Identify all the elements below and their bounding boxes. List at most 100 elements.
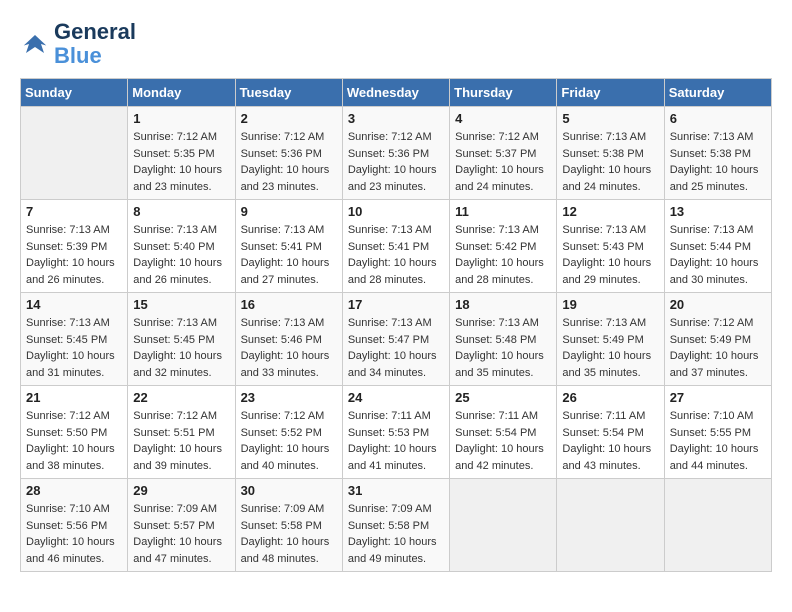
day-info: Sunrise: 7:13 AMSunset: 5:46 PMDaylight:… (241, 315, 337, 381)
calendar-cell: 21 Sunrise: 7:12 AMSunset: 5:50 PMDayligh… (21, 386, 128, 479)
day-info: Sunrise: 7:12 AMSunset: 5:49 PMDaylight:… (670, 315, 766, 381)
logo: General Blue (20, 20, 136, 68)
calendar-week-1: 1 Sunrise: 7:12 AMSunset: 5:35 PMDaylight… (21, 107, 772, 200)
calendar-cell: 31 Sunrise: 7:09 AMSunset: 5:58 PMDayligh… (342, 479, 449, 572)
calendar-cell: 29 Sunrise: 7:09 AMSunset: 5:57 PMDayligh… (128, 479, 235, 572)
calendar-cell: 4 Sunrise: 7:12 AMSunset: 5:37 PMDaylight… (450, 107, 557, 200)
day-number: 7 (26, 204, 122, 219)
logo-icon (20, 29, 50, 59)
calendar-cell: 3 Sunrise: 7:12 AMSunset: 5:36 PMDaylight… (342, 107, 449, 200)
calendar-cell: 11 Sunrise: 7:13 AMSunset: 5:42 PMDayligh… (450, 200, 557, 293)
day-info: Sunrise: 7:12 AMSunset: 5:50 PMDaylight:… (26, 408, 122, 474)
calendar-cell (450, 479, 557, 572)
day-info: Sunrise: 7:13 AMSunset: 5:48 PMDaylight:… (455, 315, 551, 381)
calendar-cell: 7 Sunrise: 7:13 AMSunset: 5:39 PMDaylight… (21, 200, 128, 293)
day-info: Sunrise: 7:12 AMSunset: 5:37 PMDaylight:… (455, 129, 551, 195)
day-number: 4 (455, 111, 551, 126)
day-info: Sunrise: 7:13 AMSunset: 5:38 PMDaylight:… (562, 129, 658, 195)
day-number: 10 (348, 204, 444, 219)
calendar-week-5: 28Sunrise: 7:10 AMSunset: 5:56 PMDayligh… (21, 479, 772, 572)
calendar-cell: 15Sunrise: 7:13 AMSunset: 5:45 PMDayligh… (128, 293, 235, 386)
day-info: Sunrise: 7:13 AMSunset: 5:42 PMDaylight:… (455, 222, 551, 288)
day-info: Sunrise: 7:12 AMSunset: 5:36 PMDaylight:… (348, 129, 444, 195)
day-number: 17 (348, 297, 444, 312)
day-info: Sunrise: 7:11 AMSunset: 5:54 PMDaylight:… (455, 408, 551, 474)
calendar-cell: 14 Sunrise: 7:13 AMSunset: 5:45 PMDayligh… (21, 293, 128, 386)
day-info: Sunrise: 7:12 AMSunset: 5:51 PMDaylight:… (133, 408, 229, 474)
header-row: SundayMondayTuesdayWednesdayThursdayFrid… (21, 79, 772, 107)
calendar-cell: 23Sunrise: 7:12 AMSunset: 5:52 PMDayligh… (235, 386, 342, 479)
calendar-cell: 25 Sunrise: 7:11 AMSunset: 5:54 PMDayligh… (450, 386, 557, 479)
day-info: Sunrise: 7:12 AMSunset: 5:36 PMDaylight:… (241, 129, 337, 195)
day-info: Sunrise: 7:13 AMSunset: 5:45 PMDaylight:… (26, 315, 122, 381)
day-info: Sunrise: 7:13 AMSunset: 5:44 PMDaylight:… (670, 222, 766, 288)
calendar-cell: 13Sunrise: 7:13 AMSunset: 5:44 PMDayligh… (664, 200, 771, 293)
calendar-week-4: 21 Sunrise: 7:12 AMSunset: 5:50 PMDayligh… (21, 386, 772, 479)
day-number: 20 (670, 297, 766, 312)
calendar-cell: 5Sunrise: 7:13 AMSunset: 5:38 PMDaylight… (557, 107, 664, 200)
day-info: Sunrise: 7:10 AMSunset: 5:55 PMDaylight:… (670, 408, 766, 474)
header-cell-sunday: Sunday (21, 79, 128, 107)
day-number: 19 (562, 297, 658, 312)
day-info: Sunrise: 7:12 AMSunset: 5:35 PMDaylight:… (133, 129, 229, 195)
calendar-cell: 28Sunrise: 7:10 AMSunset: 5:56 PMDayligh… (21, 479, 128, 572)
day-number: 22 (133, 390, 229, 405)
day-number: 24 (348, 390, 444, 405)
day-number: 30 (241, 483, 337, 498)
day-info: Sunrise: 7:09 AMSunset: 5:58 PMDaylight:… (348, 501, 444, 567)
calendar-cell: 8 Sunrise: 7:13 AMSunset: 5:40 PMDaylight… (128, 200, 235, 293)
day-number: 31 (348, 483, 444, 498)
day-number: 14 (26, 297, 122, 312)
day-info: Sunrise: 7:11 AMSunset: 5:53 PMDaylight:… (348, 408, 444, 474)
calendar-table: SundayMondayTuesdayWednesdayThursdayFrid… (20, 78, 772, 572)
header-cell-monday: Monday (128, 79, 235, 107)
calendar-cell (21, 107, 128, 200)
calendar-cell: 6Sunrise: 7:13 AMSunset: 5:38 PMDaylight… (664, 107, 771, 200)
day-number: 2 (241, 111, 337, 126)
day-number: 9 (241, 204, 337, 219)
calendar-week-3: 14 Sunrise: 7:13 AMSunset: 5:45 PMDayligh… (21, 293, 772, 386)
day-number: 25 (455, 390, 551, 405)
day-number: 26 (562, 390, 658, 405)
day-info: Sunrise: 7:11 AMSunset: 5:54 PMDaylight:… (562, 408, 658, 474)
header-cell-tuesday: Tuesday (235, 79, 342, 107)
calendar-cell: 30 Sunrise: 7:09 AMSunset: 5:58 PMDayligh… (235, 479, 342, 572)
day-info: Sunrise: 7:13 AMSunset: 5:41 PMDaylight:… (348, 222, 444, 288)
day-number: 6 (670, 111, 766, 126)
calendar-cell: 17Sunrise: 7:13 AMSunset: 5:47 PMDayligh… (342, 293, 449, 386)
calendar-header: SundayMondayTuesdayWednesdayThursdayFrid… (21, 79, 772, 107)
calendar-cell: 27 Sunrise: 7:10 AMSunset: 5:55 PMDayligh… (664, 386, 771, 479)
day-info: Sunrise: 7:13 AMSunset: 5:49 PMDaylight:… (562, 315, 658, 381)
header-cell-thursday: Thursday (450, 79, 557, 107)
calendar-cell (664, 479, 771, 572)
day-info: Sunrise: 7:13 AMSunset: 5:40 PMDaylight:… (133, 222, 229, 288)
day-number: 27 (670, 390, 766, 405)
day-info: Sunrise: 7:09 AMSunset: 5:57 PMDaylight:… (133, 501, 229, 567)
day-info: Sunrise: 7:13 AMSunset: 5:43 PMDaylight:… (562, 222, 658, 288)
day-number: 29 (133, 483, 229, 498)
calendar-week-2: 7 Sunrise: 7:13 AMSunset: 5:39 PMDaylight… (21, 200, 772, 293)
day-number: 3 (348, 111, 444, 126)
day-number: 16 (241, 297, 337, 312)
day-number: 21 (26, 390, 122, 405)
calendar-cell: 22 Sunrise: 7:12 AMSunset: 5:51 PMDayligh… (128, 386, 235, 479)
calendar-cell: 24 Sunrise: 7:11 AMSunset: 5:53 PMDayligh… (342, 386, 449, 479)
header-cell-wednesday: Wednesday (342, 79, 449, 107)
header-cell-saturday: Saturday (664, 79, 771, 107)
day-number: 1 (133, 111, 229, 126)
calendar-cell: 1 Sunrise: 7:12 AMSunset: 5:35 PMDaylight… (128, 107, 235, 200)
day-number: 8 (133, 204, 229, 219)
day-number: 11 (455, 204, 551, 219)
day-info: Sunrise: 7:13 AMSunset: 5:39 PMDaylight:… (26, 222, 122, 288)
calendar-cell: 16 Sunrise: 7:13 AMSunset: 5:46 PMDayligh… (235, 293, 342, 386)
day-info: Sunrise: 7:13 AMSunset: 5:41 PMDaylight:… (241, 222, 337, 288)
day-number: 15 (133, 297, 229, 312)
day-info: Sunrise: 7:10 AMSunset: 5:56 PMDaylight:… (26, 501, 122, 567)
header-cell-friday: Friday (557, 79, 664, 107)
calendar-cell: 26 Sunrise: 7:11 AMSunset: 5:54 PMDayligh… (557, 386, 664, 479)
calendar-cell: 9 Sunrise: 7:13 AMSunset: 5:41 PMDaylight… (235, 200, 342, 293)
calendar-cell: 20 Sunrise: 7:12 AMSunset: 5:49 PMDayligh… (664, 293, 771, 386)
calendar-cell: 10 Sunrise: 7:13 AMSunset: 5:41 PMDayligh… (342, 200, 449, 293)
calendar-body: 1 Sunrise: 7:12 AMSunset: 5:35 PMDaylight… (21, 107, 772, 572)
day-info: Sunrise: 7:09 AMSunset: 5:58 PMDaylight:… (241, 501, 337, 567)
